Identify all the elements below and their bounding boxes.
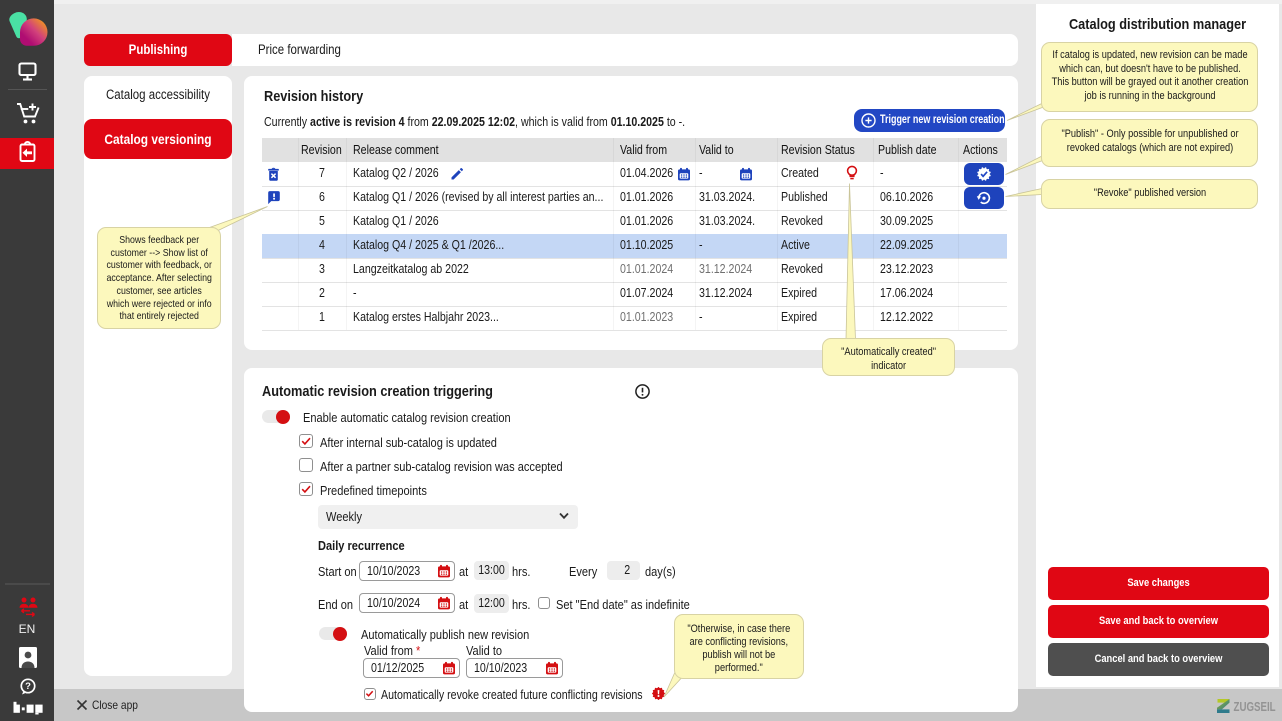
- svg-text:ZUGSEIL: ZUGSEIL: [1234, 701, 1276, 714]
